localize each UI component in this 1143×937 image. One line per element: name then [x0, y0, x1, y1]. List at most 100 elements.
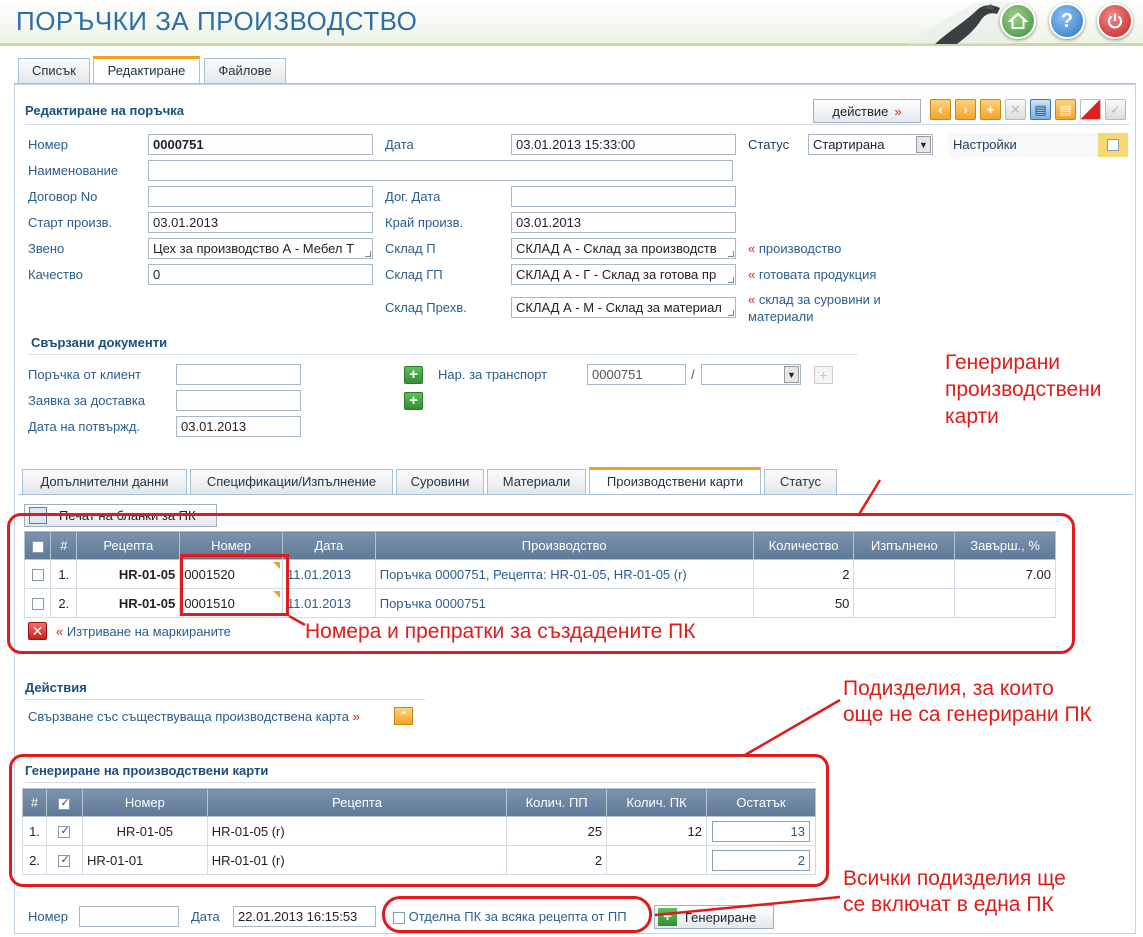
print-button[interactable]: ▤	[1055, 99, 1076, 120]
sklad-p-link[interactable]: « производство	[748, 241, 841, 256]
transport-field[interactable]: 0000751	[587, 364, 686, 385]
zveno-label: Звено	[28, 241, 65, 256]
chevron-left-icon: ‹	[938, 102, 943, 117]
dog-data-label: Дог. Дата	[385, 189, 441, 204]
sub-tabs-line	[18, 494, 1133, 495]
document-icon: ▤	[1034, 101, 1047, 117]
app-title: ПОРЪЧКИ ЗА ПРОИЗВОДСТВО	[16, 6, 418, 36]
generate-button[interactable]: + Генериране	[654, 905, 774, 929]
porachka-field[interactable]	[176, 364, 301, 385]
annotation-subproducts: Подизделия, за които още не са генериран…	[843, 676, 1092, 728]
chevron-up-icon: ⌃	[398, 709, 409, 723]
sklad-gp-value: СКЛАД А - Г - Склад за готова пр	[516, 267, 717, 282]
expand-button[interactable]: ⌃	[394, 707, 413, 725]
prev-button[interactable]: ‹	[930, 99, 951, 120]
add-button[interactable]: +	[980, 99, 1001, 120]
chevron-down-icon: ▼	[916, 136, 931, 153]
dog-data-field[interactable]	[511, 186, 736, 207]
double-chevron-right-icon: »	[894, 103, 902, 119]
dogovor-field[interactable]	[148, 186, 373, 207]
zayavka-label: Заявка за доставка	[28, 393, 146, 408]
resize-icon	[728, 277, 734, 283]
transport-separator: /	[691, 367, 695, 382]
double-chevron-left-icon: «	[748, 292, 759, 307]
bottom-data-field[interactable]: 22.01.2013 16:15:53	[233, 906, 376, 927]
resize-icon	[365, 251, 371, 257]
save-button[interactable]: ▤	[1030, 99, 1051, 120]
help-button[interactable]: ?	[1049, 3, 1085, 39]
add-zayavka-button[interactable]: +	[404, 392, 423, 410]
next-button[interactable]: ›	[955, 99, 976, 120]
section-divider	[25, 124, 1130, 125]
zayavka-field[interactable]	[176, 390, 301, 411]
subtab-raw[interactable]: Суровини	[396, 469, 484, 494]
kraj-field[interactable]: 03.01.2013	[511, 212, 736, 233]
plus-icon: +	[986, 102, 995, 117]
action-button[interactable]: действие »	[813, 99, 921, 123]
action-label: действие	[832, 103, 889, 119]
plus-icon: +	[409, 366, 418, 383]
subtab-cards[interactable]: Производствени карти	[589, 467, 761, 494]
nomer-label: Номер	[28, 137, 69, 152]
nomer-field[interactable]: 0000751	[148, 134, 373, 155]
home-button[interactable]	[1000, 3, 1036, 39]
generate-button-label: Генериране	[685, 909, 757, 925]
cancel-edit-button[interactable]	[1080, 99, 1101, 120]
double-chevron-right-icon: »	[348, 709, 360, 724]
subtab-status[interactable]: Статус	[764, 469, 837, 494]
data-field[interactable]: 03.01.2013 15:33:00	[511, 134, 736, 155]
power-button[interactable]	[1097, 3, 1133, 39]
sklad-gp-link[interactable]: « готовата продукция	[748, 267, 876, 282]
settings-label: Настройки	[953, 137, 1017, 152]
tab-files[interactable]: Файлове	[204, 58, 286, 83]
chevron-right-icon: ›	[963, 102, 968, 117]
sklad-gp-field[interactable]: СКЛАД А - Г - Склад за готова пр	[511, 264, 736, 285]
start-field[interactable]: 03.01.2013	[148, 212, 373, 233]
zveno-field[interactable]: Цех за производство А - Мебел Т	[148, 238, 373, 259]
header-decoration-icon	[905, 1, 1010, 44]
sklad-prehv-field[interactable]: СКЛАД А - М - Склад за материал	[511, 297, 736, 318]
tab-edit[interactable]: Редактиране	[93, 56, 200, 83]
annotation-generated-line1: Генерирани	[945, 351, 1061, 374]
status-value: Стартирана	[813, 137, 885, 152]
plus-icon: +	[658, 908, 677, 926]
annotation-numbers: Номера и препратки за създадените ПК	[305, 620, 696, 643]
link-existing-card[interactable]: Свързване със съществуваща производствен…	[28, 709, 360, 724]
subtab-materials[interactable]: Материали	[487, 469, 586, 494]
sklad-p-label: Склад П	[385, 241, 436, 256]
subtab-specs[interactable]: Спецификации/Изпълнение	[190, 469, 393, 494]
sklad-p-value: СКЛАД А - Склад за производств	[516, 241, 717, 256]
sklad-gp-label: Склад ГП	[385, 267, 443, 282]
double-chevron-left-icon: «	[748, 267, 759, 282]
section-title: Редактиране на поръчка	[25, 103, 184, 118]
settings-toggle[interactable]	[1098, 133, 1128, 157]
status-label: Статус	[748, 137, 790, 152]
transport-add-disabled-button[interactable]: +	[814, 366, 833, 384]
help-icon: ?	[1060, 9, 1074, 32]
chevron-down-icon: ▼	[784, 366, 799, 383]
delete-button[interactable]: ✕	[1005, 99, 1026, 120]
resize-icon	[728, 310, 734, 316]
sklad-prehv-link-line1: склад за суровини и	[758, 292, 881, 307]
settings-checkbox[interactable]	[1107, 139, 1119, 151]
bottom-nomer-field[interactable]	[79, 906, 179, 927]
potv-field[interactable]: 03.01.2013	[176, 416, 301, 437]
actions-title: Действия	[25, 680, 87, 695]
confirm-button[interactable]: ✓	[1105, 99, 1126, 120]
annotation-all-line2: се включат в една ПК	[843, 893, 1054, 916]
sklad-p-field[interactable]: СКЛАД А - Склад за производств	[511, 238, 736, 259]
tab-list[interactable]: Списък	[18, 58, 90, 83]
sklad-p-link-label: производство	[758, 241, 842, 256]
kachestvo-field[interactable]: 0	[148, 264, 373, 285]
dogovor-label: Договор No	[28, 189, 98, 204]
subtab-additional[interactable]: Допълнителни данни	[22, 469, 187, 494]
kachestvo-label: Качество	[28, 267, 83, 282]
annotation-all-line1: Всички подизделия ще	[843, 867, 1066, 890]
add-porachka-button[interactable]: +	[404, 366, 423, 384]
annotation-subproducts-line2: още не са генерирани ПК	[843, 703, 1092, 726]
naim-field[interactable]	[148, 160, 733, 181]
transport-select[interactable]: ▼	[701, 364, 801, 385]
annotation-generated: Генерирани производствени карти	[945, 349, 1102, 430]
status-select[interactable]: Стартирана ▼	[808, 134, 933, 155]
sklad-prehv-link[interactable]: « склад за суровини и материали	[748, 291, 881, 325]
